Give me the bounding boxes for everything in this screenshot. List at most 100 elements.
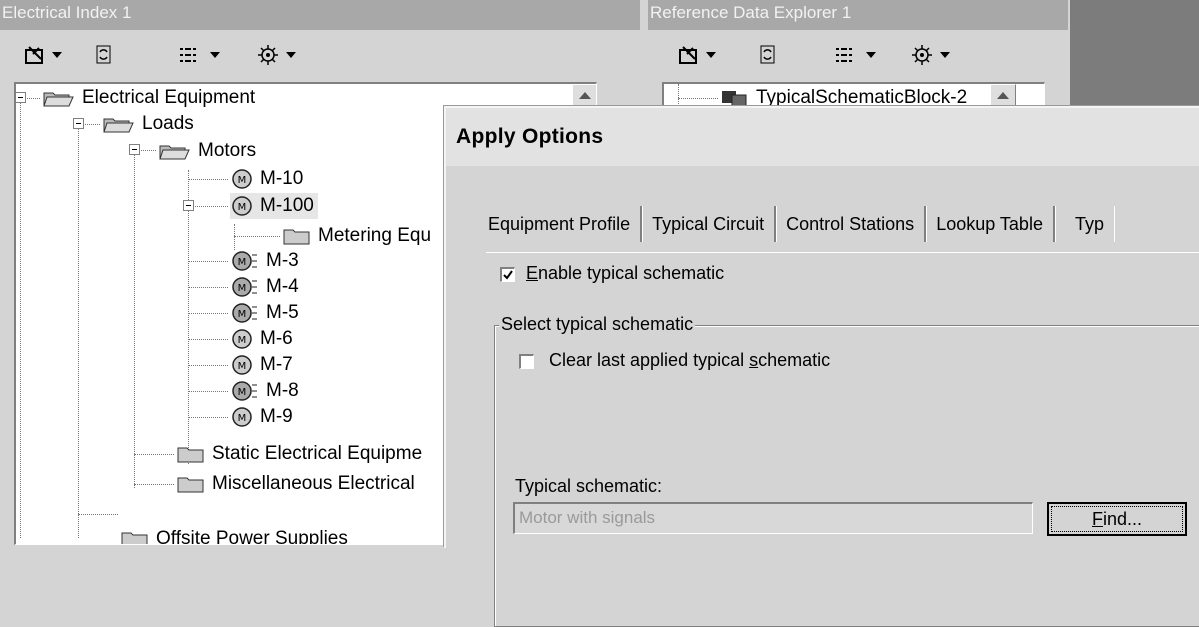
collapse-toggle[interactable] [73, 118, 84, 129]
motor-icon: M [232, 196, 252, 216]
select-schematic-group: Select typical schematic Clear last appl… [494, 314, 1199, 627]
motor-linked-icon: M [232, 381, 257, 401]
node-label: Offsite Power Supplies [156, 528, 348, 545]
refresh-button[interactable] [94, 39, 114, 71]
node-label: Miscellaneous Electrical [212, 473, 415, 494]
find-button[interactable]: Find... [1047, 502, 1187, 536]
node-label: Electrical Equipment [82, 87, 256, 108]
tree-line [234, 236, 280, 237]
enable-typical-schematic-checkbox[interactable] [500, 267, 515, 282]
folder-icon [177, 477, 204, 493]
tree-line [20, 98, 21, 538]
node-label: Loads [142, 113, 194, 134]
label-text: ind... [1102, 509, 1143, 529]
folder-icon [121, 532, 148, 544]
svg-text:M: M [238, 413, 247, 424]
svg-text:M: M [238, 175, 247, 186]
motor-icon: M [232, 169, 252, 189]
tree-line [134, 146, 135, 488]
tree-node-metering[interactable]: Metering Equ [282, 223, 431, 249]
tree-line [188, 417, 228, 418]
tree-node-offsite-power[interactable]: Offsite Power Supplies [120, 526, 348, 545]
clear-last-applied-checkbox[interactable] [519, 354, 534, 369]
motor-linked-icon: M [232, 251, 257, 271]
tree-node-motor[interactable]: M M-3 [230, 248, 299, 274]
collapse-toggle[interactable] [183, 200, 194, 211]
tree-line [188, 313, 228, 314]
scroll-up-button[interactable] [572, 84, 596, 108]
svg-text:M: M [238, 257, 247, 268]
tree-line [188, 170, 189, 464]
list-view-icon [180, 48, 196, 62]
node-label: M-10 [260, 168, 304, 189]
mnemonic-letter: E [526, 263, 539, 283]
folder-icon [177, 447, 204, 463]
tree-line [188, 391, 228, 392]
tree-node-motor[interactable]: M M-7 [230, 352, 293, 378]
motor-icon: M [232, 329, 252, 349]
motor-linked-icon: M [232, 303, 257, 323]
pane-title: Electrical Index 1 [0, 0, 640, 30]
svg-text:M: M [238, 283, 247, 294]
view-options-button[interactable] [178, 39, 220, 71]
tab-strip: Equipment Profile Typical Circuit Contro… [484, 206, 1114, 242]
tab-panel: Enable typical schematic Select typical … [486, 252, 1199, 627]
filter-dropdown-button[interactable] [24, 39, 62, 71]
open-folder-icon [103, 118, 134, 133]
open-folder-icon [43, 92, 74, 107]
chevron-down-icon [210, 52, 220, 58]
scroll-up-button[interactable] [990, 84, 1016, 108]
filter-icon [679, 46, 697, 64]
refresh-icon [96, 45, 111, 64]
tree-node-motor[interactable]: M M-9 [230, 404, 293, 430]
chevron-down-icon [706, 52, 716, 58]
view-options-button[interactable] [834, 39, 876, 71]
tree-node-motor[interactable]: M M-6 [230, 326, 293, 352]
clear-last-applied-label[interactable]: Clear last applied typical schematic [549, 350, 830, 371]
typical-schematic-field[interactable]: Motor with signals [513, 502, 1033, 534]
svg-text:M: M [238, 361, 247, 372]
tree-line [188, 339, 228, 340]
collapse-toggle[interactable] [129, 144, 140, 155]
tree-line [134, 454, 174, 455]
list-view-icon [836, 48, 852, 62]
tree-node-static-equipment[interactable]: Static Electrical Equipme [176, 441, 422, 467]
svg-text:M: M [238, 202, 247, 213]
chevron-down-icon [52, 52, 62, 58]
tree-node-motor-selected[interactable]: M M-100 [230, 193, 318, 219]
tree-node-loads[interactable]: Loads [102, 111, 194, 137]
dialog-body: Equipment Profile Typical Circuit Contro… [446, 170, 1199, 627]
tree-line [78, 514, 118, 515]
tree-node-motor[interactable]: M M-5 [230, 300, 299, 326]
tree-node-motors[interactable]: Motors [158, 138, 256, 164]
tab-typical-schematic[interactable]: Typ [1055, 206, 1114, 242]
refresh-button[interactable] [758, 39, 778, 71]
tab-equipment-profile[interactable]: Equipment Profile [484, 206, 643, 242]
tree-line [188, 179, 228, 180]
refresh-icon [760, 45, 775, 64]
tree-line [188, 261, 228, 262]
tab-control-stations[interactable]: Control Stations [776, 206, 927, 242]
tab-lookup-table[interactable]: Lookup Table [926, 206, 1055, 242]
tree-node-motor[interactable]: M M-10 [230, 166, 303, 192]
tree-line [188, 365, 228, 366]
collapse-toggle[interactable] [16, 92, 26, 103]
node-label: M-7 [260, 354, 293, 375]
tree-node-misc-electrical[interactable]: Miscellaneous Electrical [176, 471, 415, 497]
tree-node-electrical-equipment[interactable]: Electrical Equipment [42, 85, 255, 111]
settings-button[interactable] [256, 39, 296, 71]
tab-typical-circuit[interactable]: Typical Circuit [642, 206, 777, 242]
tree-node-motor[interactable]: M M-8 [230, 378, 299, 404]
mnemonic-letter: F [1091, 509, 1103, 529]
tree-line [134, 484, 174, 485]
chevron-down-icon [286, 52, 296, 58]
motor-linked-icon: M [232, 277, 257, 297]
tree-node-motor[interactable]: M M-4 [230, 274, 299, 300]
mnemonic-letter: s [749, 350, 759, 370]
enable-typical-schematic-label[interactable]: Enable typical schematic [526, 263, 724, 284]
node-label: M-9 [260, 406, 293, 427]
filter-dropdown-button[interactable] [678, 39, 716, 71]
settings-button[interactable] [910, 39, 950, 71]
svg-text:M: M [238, 309, 247, 320]
chevron-down-icon [866, 52, 876, 58]
